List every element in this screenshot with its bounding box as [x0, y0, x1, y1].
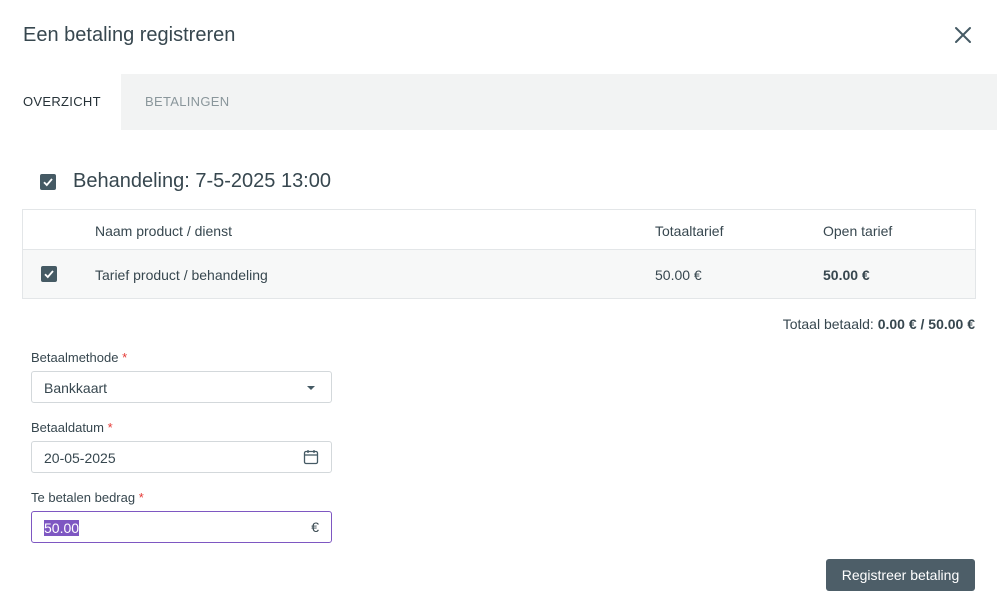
required-mark: *	[138, 490, 144, 505]
dropdown-caret-icon	[307, 386, 315, 390]
method-label-text: Betaalmethode	[31, 350, 119, 365]
table-row: Tarief product / behandeling 50.00 € 50.…	[23, 250, 975, 298]
payment-method-value: Bankkaart	[44, 380, 108, 396]
close-button[interactable]	[950, 22, 976, 48]
tab-bar-background	[121, 74, 997, 130]
required-mark: *	[122, 350, 128, 365]
treatment-checkbox[interactable]	[40, 173, 56, 190]
date-label: Betaaldatum *	[31, 420, 113, 435]
column-header-name: Naam product / dienst	[95, 223, 232, 239]
currency-symbol: €	[311, 519, 319, 535]
amount-label-text: Te betalen bedrag	[31, 490, 136, 505]
checkbox-checked-icon	[43, 177, 53, 186]
close-icon	[955, 27, 971, 43]
total-paid-value: 0.00 € / 50.00 €	[877, 316, 975, 332]
date-label-text: Betaaldatum	[31, 420, 104, 435]
tab-bar: OVERZICHT BETALINGEN	[0, 74, 997, 130]
table-header: Naam product / dienst Totaaltarief Open …	[23, 210, 975, 250]
treatment-header: Behandeling: 7-5-2025 13:00	[40, 170, 331, 193]
row-total-price: 50.00 €	[655, 267, 702, 283]
calendar-icon[interactable]	[303, 449, 319, 465]
total-paid-label: Totaal betaald:	[782, 316, 874, 332]
tab-overzicht[interactable]: OVERZICHT	[23, 74, 101, 130]
row-product-name: Tarief product / behandeling	[95, 267, 268, 283]
products-table: Naam product / dienst Totaaltarief Open …	[22, 209, 976, 299]
amount-label: Te betalen bedrag *	[31, 490, 144, 505]
payment-method-select[interactable]: Bankkaart	[31, 371, 332, 403]
row-open-price: 50.00 €	[823, 267, 870, 283]
checkbox-checked-icon	[44, 270, 54, 279]
register-payment-button[interactable]: Registreer betaling	[826, 559, 975, 591]
amount-value: 50.00	[44, 520, 80, 536]
required-mark: *	[107, 420, 113, 435]
column-header-total: Totaaltarief	[655, 223, 724, 239]
tab-betalingen[interactable]: BETALINGEN	[145, 74, 229, 130]
dialog-title: Een betaling registreren	[23, 24, 236, 46]
column-header-open: Open tarief	[823, 223, 893, 239]
treatment-title: Behandeling: 7-5-2025 13:00	[73, 170, 331, 192]
payment-date-input[interactable]: 20-05-2025	[31, 441, 332, 473]
method-label: Betaalmethode *	[31, 350, 127, 365]
total-paid: Totaal betaald: 0.00 € / 50.00 €	[783, 316, 975, 332]
row-checkbox[interactable]	[41, 266, 57, 282]
amount-input[interactable]: 50.00 €	[31, 511, 332, 543]
payment-date-value: 20-05-2025	[44, 450, 116, 466]
